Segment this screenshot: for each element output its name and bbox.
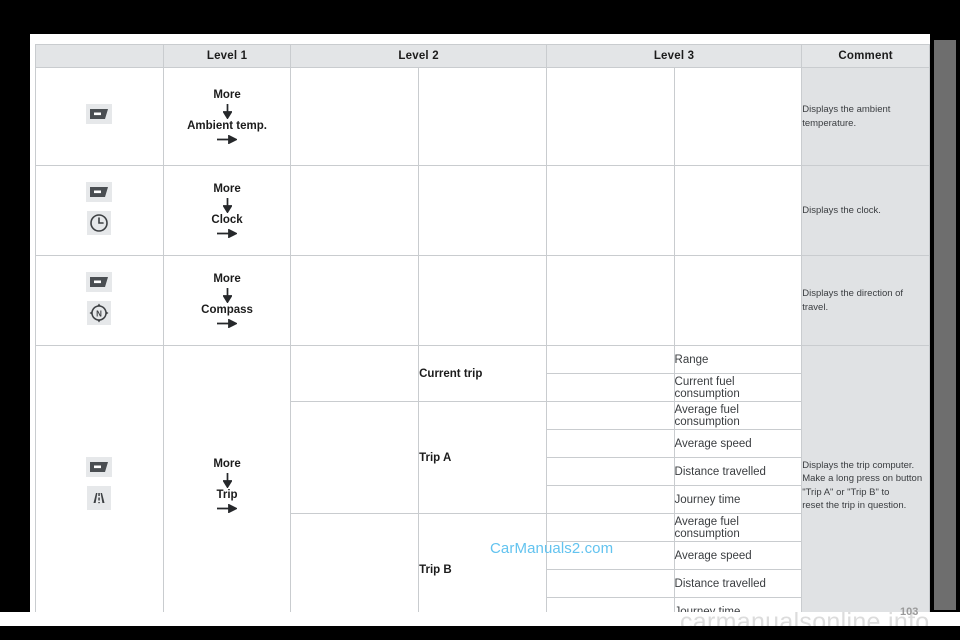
header-icon-spacer xyxy=(35,44,164,68)
level3-item: Journey time xyxy=(673,485,803,514)
comment-line: reset the trip in question. xyxy=(802,499,907,511)
level1-path-clock: More Clock xyxy=(162,165,292,256)
comment-line: Displays the ambient temperature. xyxy=(802,104,891,129)
arrow-down-icon xyxy=(221,103,233,120)
arrow-down-icon xyxy=(221,472,233,489)
header-comment: Comment xyxy=(801,44,930,68)
watermark-center: CarManuals2.com xyxy=(490,540,614,557)
level3-gutter xyxy=(545,401,675,430)
level2-gutter xyxy=(290,401,420,514)
menu-structure-table: Level 1 Level 2 Level 3 Comment More Amb… xyxy=(35,44,930,626)
arrow-down-icon xyxy=(221,287,233,304)
table-header-row: Level 1 Level 2 Level 3 Comment xyxy=(35,44,930,68)
level1-item-label: Compass xyxy=(201,303,253,316)
page-side-tab xyxy=(934,40,956,610)
row-icons-clock xyxy=(35,165,164,256)
arrow-right-icon xyxy=(217,318,239,329)
level2-gutter xyxy=(290,513,420,626)
level3-item: Distance travelled xyxy=(673,457,803,486)
level3-gutter xyxy=(545,67,675,166)
arrow-down-icon xyxy=(221,197,233,214)
level1-path-ambient-temp: More Ambient temp. xyxy=(162,67,292,166)
page-number: 103 xyxy=(900,606,919,618)
level1-menu-label: More xyxy=(213,88,241,101)
level1-menu-label: More xyxy=(213,182,241,195)
level3-gutter xyxy=(545,429,675,458)
header-level-2: Level 2 xyxy=(290,44,547,68)
page-root: Level 1 Level 2 Level 3 Comment More Amb… xyxy=(0,0,960,640)
display-screen-icon xyxy=(86,181,113,202)
level2-gutter xyxy=(290,255,420,346)
level1-path-trip: More Trip xyxy=(162,345,292,626)
level3-item: Range xyxy=(673,345,803,374)
page-bottom-band xyxy=(0,626,960,640)
comment-trip: Displays the trip computer. Make a long … xyxy=(801,345,930,626)
level1-menu-label: More xyxy=(213,272,241,285)
level3-empty xyxy=(673,165,803,256)
level1-item-label: Trip xyxy=(216,488,238,501)
svg-text:N: N xyxy=(96,309,102,318)
level3-item: Average fuel consumption xyxy=(673,401,803,430)
level1-path-compass: More Compass xyxy=(162,255,292,346)
compass-icon: N xyxy=(87,300,112,325)
level3-gutter xyxy=(545,457,675,486)
level3-gutter xyxy=(545,513,675,542)
level2-empty xyxy=(418,165,547,256)
display-screen-icon xyxy=(86,456,113,477)
level3-item: Average fuel consumption xyxy=(673,513,803,542)
road-icon xyxy=(87,485,112,510)
level2-gutter xyxy=(290,165,420,256)
clock-icon xyxy=(87,210,112,235)
level2-empty xyxy=(418,67,547,166)
level3-empty xyxy=(673,255,803,346)
level1-item-label: Clock xyxy=(211,213,243,226)
level3-item: Average speed xyxy=(673,429,803,458)
comment-line: Displays the trip computer. xyxy=(802,460,915,472)
header-level-1: Level 1 xyxy=(162,44,292,68)
level3-gutter xyxy=(545,255,675,346)
level3-empty xyxy=(673,67,803,166)
comment-line: Make a long press on button "Trip A" or … xyxy=(802,473,923,498)
arrow-right-icon xyxy=(217,134,239,145)
comment-line: Displays the clock. xyxy=(802,204,881,216)
comment-line: Displays the direction of travel. xyxy=(802,288,904,313)
row-icons-ambient-temp xyxy=(35,67,164,166)
arrow-right-icon xyxy=(217,503,239,514)
level2-gutter xyxy=(290,67,420,166)
table-row: More Clock Displays the clock. xyxy=(35,165,930,256)
table-row: More Trip Current trip Range Displays th… xyxy=(35,345,930,626)
table-body: More Ambient temp. Displays the ambient … xyxy=(35,67,930,626)
level3-gutter xyxy=(545,165,675,256)
level3-item: Current fuel consumption xyxy=(673,373,803,402)
level2-current-trip: Current trip xyxy=(418,345,547,402)
table-header: Level 1 Level 2 Level 3 Comment xyxy=(35,44,930,68)
comment-ambient-temp: Displays the ambient temperature. xyxy=(801,67,930,166)
level2-trip-b: Trip B xyxy=(418,513,547,626)
level1-item-label: Ambient temp. xyxy=(187,119,267,132)
table-row: More Ambient temp. Displays the ambient … xyxy=(35,67,930,166)
level3-gutter xyxy=(545,373,675,402)
row-icons-trip xyxy=(35,345,164,626)
level1-menu-label: More xyxy=(213,457,241,470)
table-row: N More Compass Displays the direction of… xyxy=(35,255,930,346)
level2-trip-a: Trip A xyxy=(418,401,547,514)
level3-item: Average speed xyxy=(673,541,803,570)
level3-item: Distance travelled xyxy=(673,569,803,598)
level2-gutter xyxy=(290,345,420,402)
level3-gutter xyxy=(545,485,675,514)
display-screen-icon xyxy=(86,104,113,124)
row-icons-compass: N xyxy=(35,255,164,346)
arrow-right-icon xyxy=(217,228,239,239)
header-level-3: Level 3 xyxy=(545,44,803,68)
level3-gutter xyxy=(545,569,675,598)
level3-gutter xyxy=(545,345,675,374)
comment-compass: Displays the direction of travel. xyxy=(801,255,930,346)
display-screen-icon xyxy=(86,271,113,292)
comment-clock: Displays the clock. xyxy=(801,165,930,256)
level2-empty xyxy=(418,255,547,346)
